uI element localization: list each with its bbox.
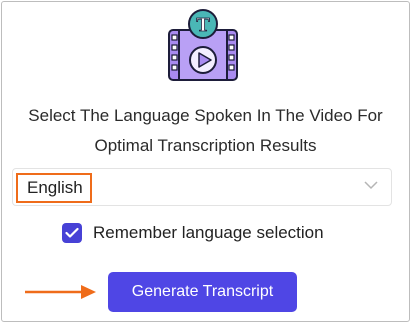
svg-text:T: T [196,14,210,36]
checkmark-icon [65,227,79,238]
remember-language-checkbox[interactable] [62,223,82,243]
instruction-heading-line2: Optimal Transcription Results [94,136,317,155]
language-select-value: English [16,173,92,203]
generate-transcript-button[interactable]: Generate Transcript [108,272,297,312]
remember-language-label: Remember language selection [93,223,324,242]
instruction-heading-line1: Select The Language Spoken In The Video … [28,106,383,125]
arrow-right-icon [25,285,96,299]
chevron-down-icon[interactable] [364,180,378,190]
video-transcript-logo-icon: T [168,9,238,81]
